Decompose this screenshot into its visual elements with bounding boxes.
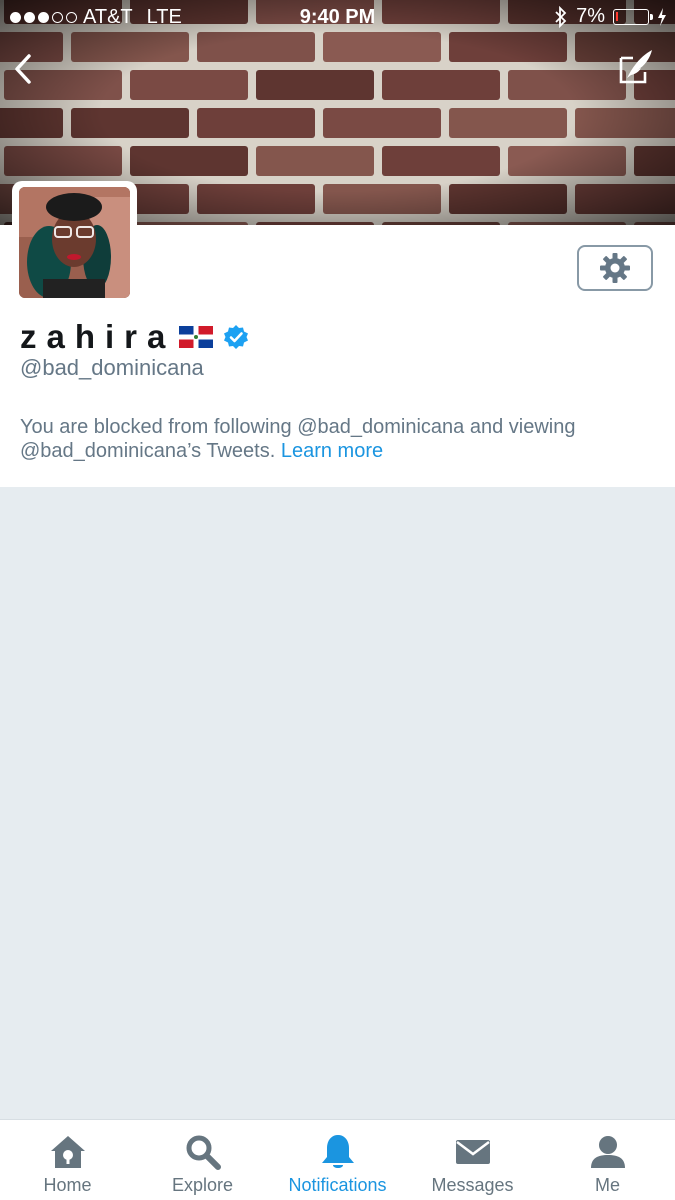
profile-handle: @bad_dominicana <box>20 355 204 380</box>
search-icon <box>186 1135 221 1170</box>
blocked-notice: You are blocked from following @bad_domi… <box>20 415 650 463</box>
gear-icon <box>600 253 630 283</box>
profile-card: zahira @bad_dominicana You are blocked f… <box>0 181 675 487</box>
avatar-photo <box>19 187 130 298</box>
tab-notifications[interactable]: Notifications <box>270 1120 405 1200</box>
verified-badge-icon <box>224 325 249 349</box>
battery-icon <box>613 8 653 25</box>
battery-level <box>616 11 618 21</box>
person-icon <box>590 1136 625 1168</box>
tab-messages[interactable]: Messages <box>405 1120 540 1200</box>
bluetooth-icon <box>555 5 567 28</box>
avatar-frame <box>12 181 137 303</box>
bell-icon <box>321 1135 354 1168</box>
tab-notifications-label: Notifications <box>288 1175 387 1195</box>
status-bar: AT&T LTE 9:40 PM 7% <box>0 0 675 36</box>
profile-name: zahira <box>20 318 176 355</box>
envelope-icon <box>455 1140 490 1164</box>
bottom-tab-bar: Home Explore Notifications Messages Me <box>0 1119 675 1200</box>
settings-button[interactable] <box>577 245 653 291</box>
chevron-left-icon <box>15 54 31 84</box>
profile-name-row: zahira <box>20 318 249 356</box>
tab-explore[interactable]: Explore <box>135 1120 270 1200</box>
tab-messages-label: Messages <box>431 1175 514 1195</box>
tab-home-label: Home <box>43 1175 92 1195</box>
tab-me-label: Me <box>594 1175 620 1195</box>
avatar[interactable] <box>19 187 130 298</box>
battery-percent: 7% <box>576 5 605 27</box>
tab-me[interactable]: Me <box>540 1120 675 1200</box>
status-right: 7% <box>554 5 667 28</box>
tab-explore-label: Explore <box>171 1175 234 1195</box>
back-button[interactable] <box>8 50 38 88</box>
compose-tweet-button[interactable] <box>617 46 655 86</box>
home-icon <box>50 1136 85 1168</box>
learn-more-link[interactable]: Learn more <box>281 440 383 462</box>
compose-tweet-icon <box>619 50 652 84</box>
tab-home[interactable]: Home <box>0 1120 135 1200</box>
dominican-flag-icon <box>179 326 214 348</box>
charging-bolt-icon <box>658 7 666 26</box>
